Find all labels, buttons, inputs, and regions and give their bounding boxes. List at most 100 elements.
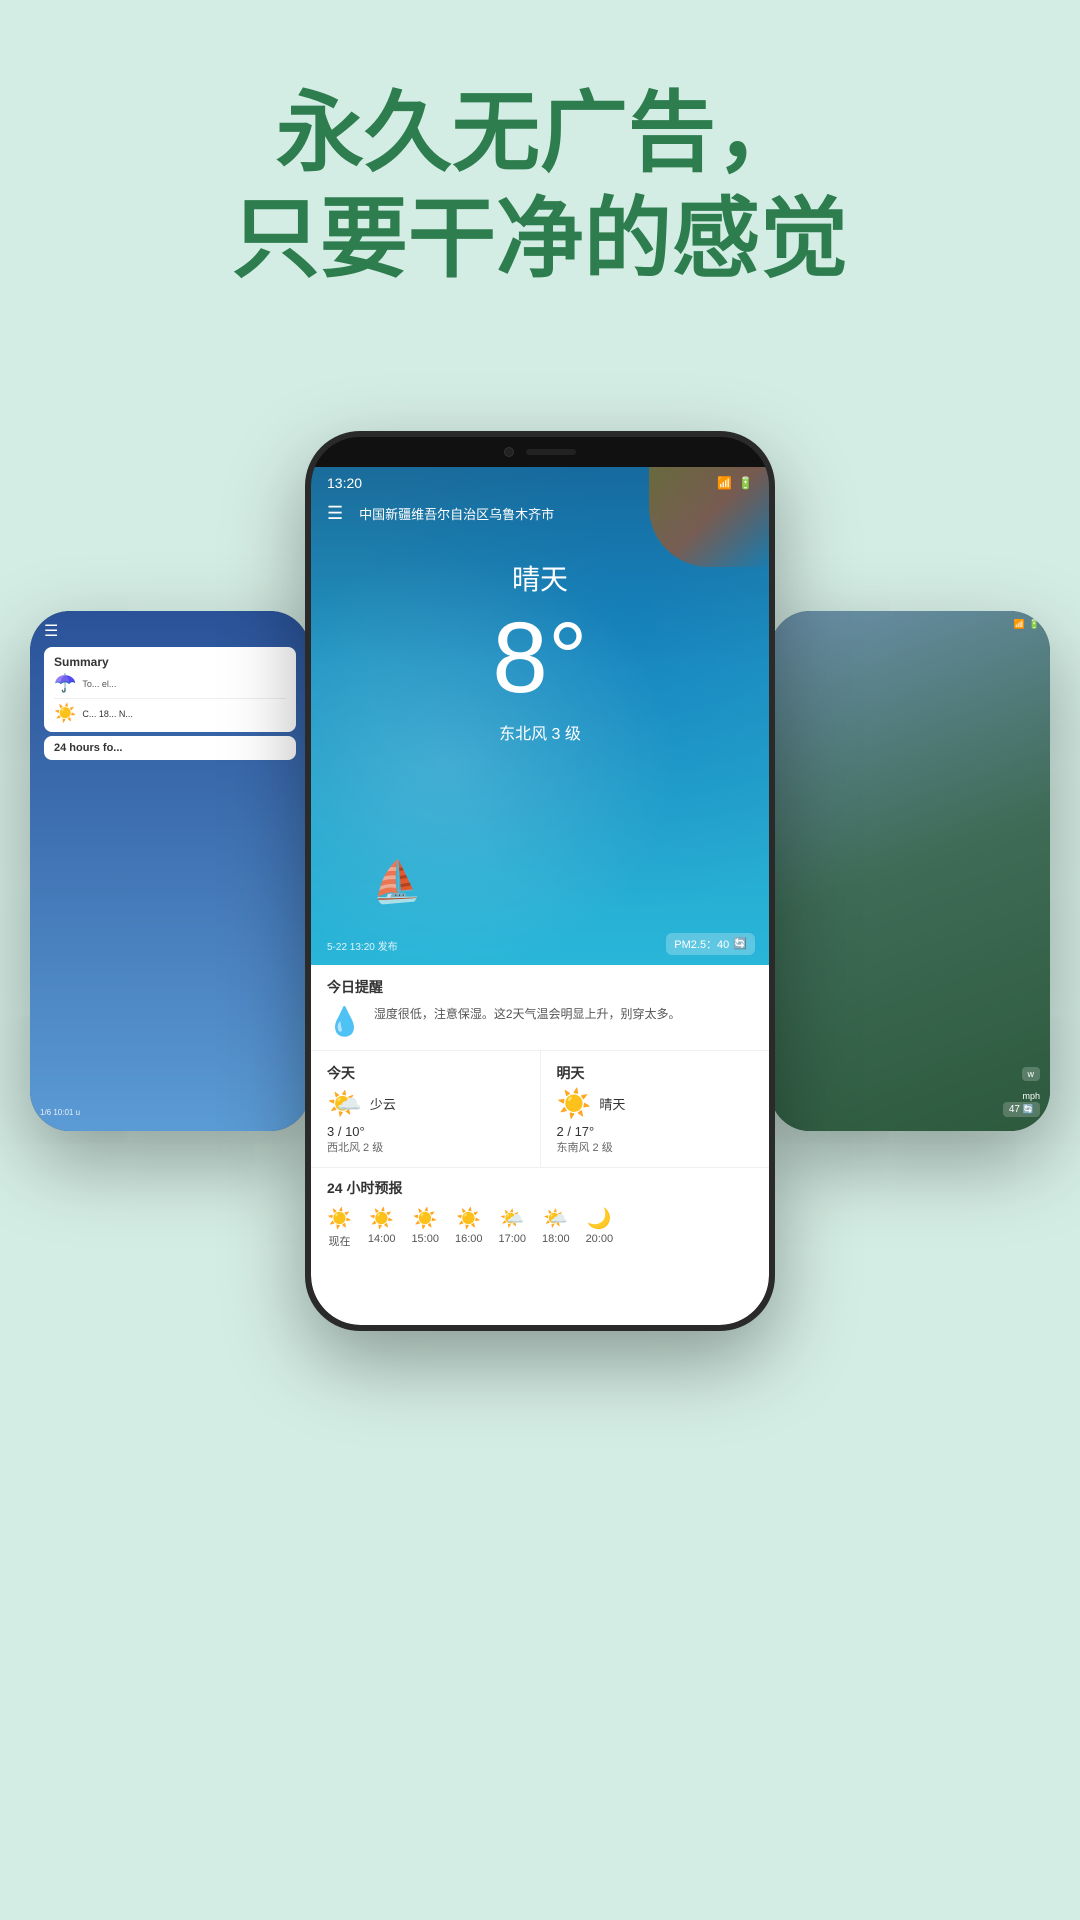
left-phone-screen: ☰ Summary ☂️ To... el... ☀️ C... 18... N… [30, 611, 310, 1131]
summary-text: To... el... [82, 679, 116, 689]
top-bar[interactable]: ☰ 中国新疆维吾尔自治区乌鲁木齐市 [311, 499, 769, 528]
sailboat-icon: ⛵ [369, 856, 423, 907]
weather-condition: 晴天 [311, 558, 769, 598]
tomorrow-weather: ☀️ 晴天 [557, 1087, 754, 1120]
hourly-icon-4: 🌤️ [499, 1206, 527, 1231]
notch-area [311, 437, 769, 467]
hourly-item-0: ☀️ 现在 [327, 1206, 352, 1249]
wifi-icon-right: 📶 [1014, 619, 1025, 630]
wind-label-right: w [1022, 1067, 1041, 1081]
summary-row: ☂️ To... el... [54, 673, 286, 694]
today-condition: 少云 [370, 1094, 396, 1113]
hourly-time-2: 15:00 [411, 1233, 439, 1245]
summary-label: Summary [54, 655, 286, 669]
tomorrow-temp: 2 / 17° [557, 1124, 754, 1139]
wind-info: 东北风 3 级 [311, 720, 769, 744]
pm25-value: PM2.5：40 [674, 936, 729, 952]
forecast-tomorrow: 明天 ☀️ 晴天 2 / 17° 东南风 2 级 [541, 1051, 770, 1167]
hourly-item-6: 🌙 20:00 [586, 1206, 614, 1249]
headline: 永久无广告， 只要干净的感觉 [0, 80, 1080, 291]
tomorrow-label: 明天 [557, 1063, 754, 1083]
phones-container: ☰ Summary ☂️ To... el... ☀️ C... 18... N… [0, 351, 1080, 1771]
refresh-icon: 🔄 [1023, 1104, 1034, 1114]
reminder-text: 湿度很低，注意保湿。这2天气温会明显上升，别穿太多。 [374, 1005, 681, 1024]
headline-line2: 只要干净的感觉 [232, 189, 848, 288]
battery-icon-center: 🔋 [738, 476, 753, 490]
hourly-icon-5: 🌤️ [542, 1206, 570, 1231]
hourly-section: 24 小时预报 ☀️ 现在 ☀️ 14:00 ☀️ 15:00 [311, 1168, 769, 1249]
speaker-grille [526, 449, 576, 455]
status-bar: 13:20 📶 🔋 [311, 467, 769, 499]
location-text: 中国新疆维吾尔自治区乌鲁木齐市 [359, 504, 554, 523]
hourly-time-5: 18:00 [542, 1233, 570, 1245]
reminder-content: 💧 湿度很低，注意保湿。这2天气温会明显上升，别穿太多。 [327, 1005, 753, 1038]
today-label: 今天 [327, 1063, 524, 1083]
today-icon: 🌤️ [327, 1087, 362, 1120]
hourly-time-4: 17:00 [499, 1233, 527, 1245]
reminder-section: 今日提醒 💧 湿度很低，注意保湿。这2天气温会明显上升，别穿太多。 [311, 965, 769, 1051]
today-weather: 🌤️ 少云 [327, 1087, 524, 1120]
right-phone-bg [770, 611, 1050, 1131]
hourly-item-1: ☀️ 14:00 [368, 1206, 396, 1249]
center-phone: 13:20 📶 🔋 ☰ 中国新疆维吾尔自治区乌鲁木齐市 晴天 8° 东北风 3 … [305, 431, 775, 1331]
hours-label: 24 hours fo... [44, 736, 296, 760]
header-section: 永久无广告， 只要干净的感觉 [0, 0, 1080, 351]
battery-icon-right: 🔋 [1029, 619, 1040, 630]
left-menu-icon: ☰ [44, 621, 296, 641]
hourly-icon-1: ☀️ [368, 1206, 396, 1231]
mph-text: mph [1022, 1091, 1040, 1101]
right-phone: 📶 🔋 w mph 47 🔄 [770, 611, 1050, 1131]
hourly-item-5: 🌤️ 18:00 [542, 1206, 570, 1249]
publish-time: 5-22 13:20 发布 [327, 938, 398, 953]
today-temp: 3 / 10° [327, 1124, 524, 1139]
left-phone-content: ☰ Summary ☂️ To... el... ☀️ C... 18... N… [30, 611, 310, 770]
reminder-title: 今日提醒 [327, 977, 753, 997]
hourly-icon-3: ☀️ [455, 1206, 483, 1231]
forecast-today: 今天 🌤️ 少云 3 / 10° 西北风 2 级 [311, 1051, 541, 1167]
pm25-badge: PM2.5：40 🔄 [666, 933, 755, 955]
menu-icon-center[interactable]: ☰ [327, 503, 343, 524]
sun-icon-sm: ☀️ [54, 703, 76, 724]
hourly-title: 24 小时预报 [327, 1178, 753, 1198]
tomorrow-wind: 东南风 2 级 [557, 1139, 754, 1155]
hourly-time-3: 16:00 [455, 1233, 483, 1245]
hourly-icon-0: ☀️ [327, 1206, 352, 1231]
tomorrow-icon: ☀️ [557, 1087, 592, 1120]
water-drop-icon: 💧 [327, 1005, 362, 1038]
weather-background: 13:20 📶 🔋 ☰ 中国新疆维吾尔自治区乌鲁木齐市 晴天 8° 东北风 3 … [311, 467, 769, 965]
pm-badge-right: 47 🔄 [1003, 1102, 1040, 1117]
hourly-time-6: 20:00 [586, 1233, 614, 1245]
status-icons: 📶 🔋 [717, 476, 753, 490]
pm-value: 47 [1009, 1104, 1020, 1115]
wind-text: w [1028, 1069, 1035, 1079]
white-section: 今日提醒 💧 湿度很低，注意保湿。这2天气温会明显上升，别穿太多。 今天 🌤️ … [311, 965, 769, 1325]
today-row: ☀️ C... 18... N... [54, 698, 286, 724]
hourly-icon-2: ☀️ [411, 1206, 439, 1231]
hourly-item-4: 🌤️ 17:00 [499, 1206, 527, 1249]
hourly-row: ☀️ 现在 ☀️ 14:00 ☀️ 15:00 ☀️ [327, 1206, 753, 1249]
refresh-icon-center[interactable]: 🔄 [733, 937, 747, 950]
status-time: 13:20 [327, 475, 362, 491]
wifi-icon-center: 📶 [717, 476, 732, 490]
right-phone-screen: 📶 🔋 w mph 47 🔄 [770, 611, 1050, 1131]
hourly-item-2: ☀️ 15:00 [411, 1206, 439, 1249]
left-phone: ☰ Summary ☂️ To... el... ☀️ C... 18... N… [30, 611, 310, 1131]
mph-label: mph [1022, 1091, 1040, 1101]
left-summary-card: Summary ☂️ To... el... ☀️ C... 18... N..… [44, 647, 296, 732]
headline-line1: 永久无广告， [276, 83, 804, 182]
right-status-bar: 📶 🔋 [1014, 619, 1040, 630]
today-wind: 西北风 2 级 [327, 1139, 524, 1155]
temperature-display: 8° [311, 608, 769, 708]
forecast-row: 今天 🌤️ 少云 3 / 10° 西北风 2 级 明天 ☀️ 晴天 [311, 1051, 769, 1168]
front-camera [504, 447, 514, 457]
hourly-time-1: 14:00 [368, 1233, 396, 1245]
hourly-item-3: ☀️ 16:00 [455, 1206, 483, 1249]
hourly-icon-6: 🌙 [586, 1206, 614, 1231]
today-details: C... 18... N... [82, 709, 133, 719]
weather-main: 晴天 8° 东北风 3 级 [311, 528, 769, 744]
tomorrow-condition: 晴天 [599, 1094, 625, 1113]
center-phone-screen: 13:20 📶 🔋 ☰ 中国新疆维吾尔自治区乌鲁木齐市 晴天 8° 东北风 3 … [311, 467, 769, 1325]
date-badge: 1/6 10:01 u [40, 1108, 80, 1117]
hourly-time-0: 现在 [327, 1233, 352, 1249]
umbrella-icon: ☂️ [54, 673, 76, 694]
